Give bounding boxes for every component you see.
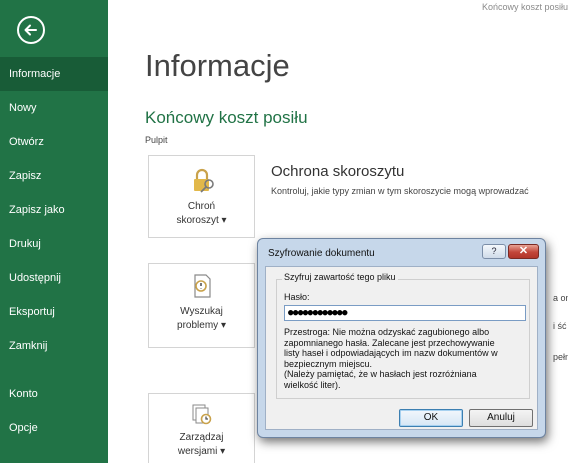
password-label: Hasło: (284, 292, 310, 302)
tile-label-line2: skoroszyt ▾ (176, 215, 227, 226)
sidebar-item-zapisz-jako[interactable]: Zapisz jako (0, 193, 108, 227)
lock-key-icon (149, 168, 254, 197)
inspect-document-icon (149, 273, 254, 302)
protect-section-title: Ochrona skoroszytu (271, 163, 405, 180)
tile-label-line1: Zarządzaj (179, 432, 224, 443)
close-button[interactable]: ✕ (508, 244, 539, 259)
dialog-body: Szyfruj zawartość tego pliku Hasło: ●●●●… (265, 266, 538, 430)
encrypt-document-dialog: Szyfrowanie dokumentu ? ✕ Szyfruj zawart… (257, 238, 546, 438)
check-for-issues-button[interactable]: Wyszukaj problemy ▾ (148, 263, 255, 348)
sidebar-item-drukuj[interactable]: Drukuj (0, 227, 108, 261)
clipped-text-fragment: a on (553, 293, 568, 303)
dialog-title: Szyfrowanie dokumentu (268, 248, 375, 259)
manage-versions-button[interactable]: Zarządzaj wersjami ▾ (148, 393, 255, 463)
sidebar-item-konto[interactable]: Konto (0, 377, 108, 411)
cancel-button[interactable]: Anuluj (469, 409, 533, 427)
clipped-text-fragment: i ść (553, 321, 567, 331)
document-name: Końcowy koszt posiłu (145, 108, 308, 127)
back-arrow-icon (24, 24, 37, 36)
sidebar-item-opcje[interactable]: Opcje (0, 411, 108, 445)
manage-versions-icon (149, 403, 254, 430)
group-title: Szyfruj zawartość tego pliku (282, 272, 398, 282)
help-button[interactable]: ? (482, 244, 506, 259)
protect-section-description: Kontroluj, jakie typy zmian w tym skoros… (271, 186, 529, 196)
sidebar-item-otworz[interactable]: Otwórz (0, 125, 108, 159)
sidebar-item-informacje[interactable]: Informacje (0, 57, 108, 91)
clipped-text-fragment: pełn (553, 352, 568, 362)
tile-label-line1: Chroń (187, 201, 216, 212)
sidebar-item-zapisz[interactable]: Zapisz (0, 159, 108, 193)
warning-text: Przestroga: Nie można odzyskać zagubione… (284, 327, 498, 390)
protect-workbook-button[interactable]: Chroń skoroszyt ▾ (148, 155, 255, 238)
sidebar-item-zamknij[interactable]: Zamknij (0, 329, 108, 363)
sidebar-item-udostepnij[interactable]: Udostępnij (0, 261, 108, 295)
document-location[interactable]: Pulpit (145, 135, 168, 145)
window-doc-title: Końcowy koszt posiłu (481, 2, 568, 12)
ok-button[interactable]: OK (399, 409, 463, 427)
backstage-sidebar: Informacje Nowy Otwórz Zapisz Zapisz jak… (0, 0, 108, 463)
sidebar-item-nowy[interactable]: Nowy (0, 91, 108, 125)
back-button[interactable] (17, 16, 45, 44)
page-title: Informacje (145, 48, 290, 83)
tile-label-line1: Wyszukaj (180, 306, 223, 317)
tile-label-line2: wersjami ▾ (177, 446, 226, 457)
password-input[interactable]: ●●●●●●●●●●●● (284, 305, 526, 321)
tile-label-line2: problemy ▾ (177, 320, 226, 331)
sidebar-item-eksportuj[interactable]: Eksportuj (0, 295, 108, 329)
